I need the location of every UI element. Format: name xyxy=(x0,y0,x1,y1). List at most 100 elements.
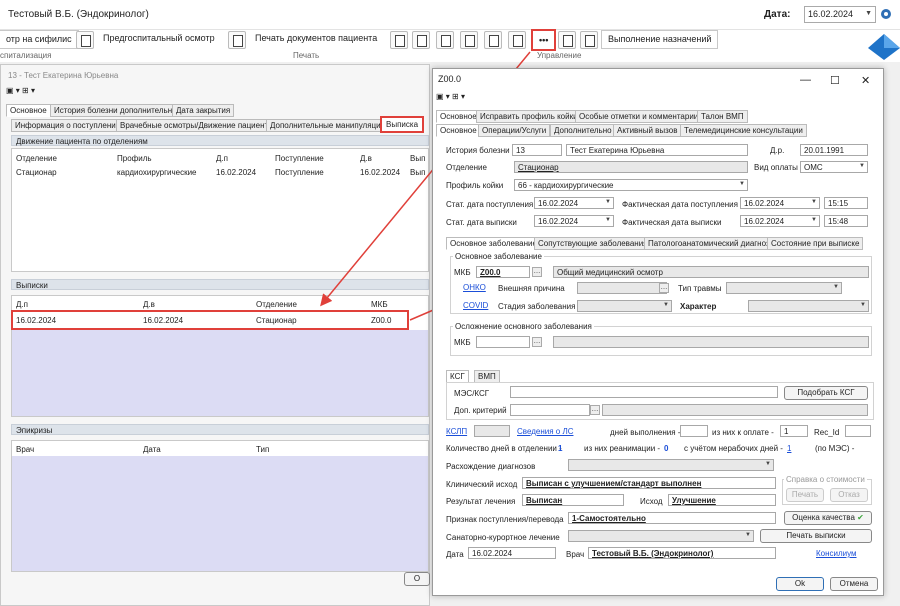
rec-id-field[interactable] xyxy=(845,425,871,437)
fact-discharge-time-field[interactable]: 15:48 xyxy=(824,215,868,227)
kslp-field[interactable] xyxy=(474,425,510,437)
fact-discharge-label: Фактическая дата выписки xyxy=(622,218,722,227)
patient-name-field[interactable]: Тест Екатерина Юрьевна xyxy=(566,144,748,156)
dlg-tab-notes[interactable]: Особые отметки и комментарии xyxy=(575,110,703,123)
treatment-result-label: Результат лечения xyxy=(446,497,516,506)
chevron-down-icon: ▼ xyxy=(859,163,865,169)
external-cause-lookup-button[interactable]: … xyxy=(659,283,669,293)
paid-days-label: из них к оплате - xyxy=(712,428,774,437)
chevron-down-icon: ▼ xyxy=(663,302,669,308)
chevron-down-icon: ▼ xyxy=(811,217,817,223)
cost-refuse-button[interactable]: Отказ xyxy=(830,488,868,502)
mes-days-label: (по МЭС) - xyxy=(815,444,855,453)
pay-type-label: Вид оплаты xyxy=(754,163,798,172)
consilium-link[interactable]: Консилиум xyxy=(816,549,857,558)
external-cause-field[interactable] xyxy=(577,282,667,294)
quality-assessment-label: Оценка качества xyxy=(792,513,855,522)
bed-profile-value: 66 - кардиохирургические xyxy=(518,181,614,190)
stage-select[interactable]: ▼ xyxy=(577,300,672,312)
dlg-tab-fix-bed[interactable]: Исправить профиль койки xyxy=(476,110,582,123)
kslp-link[interactable]: КСЛП xyxy=(446,427,467,436)
paid-days-field[interactable]: 1 xyxy=(780,425,808,437)
diagnosis-divergence-label: Расхождение диагнозов xyxy=(446,462,536,471)
mkb2-label: МКБ xyxy=(454,338,471,347)
criterion-name-field[interactable] xyxy=(602,404,868,416)
admission-date-field[interactable]: 16.02.2024 ▼ xyxy=(534,197,614,209)
dlg-subtab-extra[interactable]: Дополнительно xyxy=(550,124,616,137)
mes-ksg-field[interactable] xyxy=(510,386,778,398)
tab-concomitant[interactable]: Сопутствующие заболевания xyxy=(534,237,652,250)
dlg-subtab-telemed[interactable]: Телемедицинские консультации xyxy=(680,124,807,137)
drugs-info-link[interactable]: Сведения о ЛС xyxy=(517,427,573,436)
onko-link[interactable]: ОНКО xyxy=(463,283,486,292)
doctor-field[interactable]: Тестовый В.Б. (Эндокринолог) xyxy=(588,547,776,559)
diagnosis-divergence-select[interactable]: ▼ xyxy=(568,459,774,471)
print-discharge-button[interactable]: Печать выписки xyxy=(760,529,872,543)
dlg-tab-main[interactable]: Основное xyxy=(436,110,481,123)
dialog-toolbar-icons[interactable]: ▣ ▾ ⊞ ▾ xyxy=(436,92,465,101)
chevron-down-icon: ▼ xyxy=(765,461,771,467)
fact-discharge-date-field[interactable]: 16.02.2024 ▼ xyxy=(740,215,820,227)
fact-admission-time-field[interactable]: 15:15 xyxy=(824,197,868,209)
admission-sign-field[interactable]: 1-Самостоятельно xyxy=(568,512,776,524)
dob-field[interactable]: 20.01.1991 xyxy=(800,144,868,156)
mes-ksg-label: МЭС/КСГ xyxy=(454,389,490,398)
chevron-down-icon: ▼ xyxy=(745,532,751,538)
mkb-field[interactable]: Z00.0 xyxy=(476,266,530,278)
dept-field[interactable]: Стационар xyxy=(514,161,748,173)
discharge-date-value: 16.02.2024 xyxy=(538,217,579,226)
complication-mkb-field[interactable] xyxy=(476,336,530,348)
minimize-icon[interactable]: — xyxy=(800,74,811,86)
complication-mkb-lookup-button[interactable]: … xyxy=(532,337,542,347)
mkb-lookup-button[interactable]: … xyxy=(532,267,542,277)
dept-days-value: 1 xyxy=(558,444,563,453)
pick-ksg-button[interactable]: Подобрать КСГ xyxy=(784,386,868,400)
complication-name-field[interactable] xyxy=(553,336,869,348)
bed-profile-select[interactable]: 66 - кардиохирургические ▼ xyxy=(514,179,748,191)
dept-label: Отделение xyxy=(446,163,487,172)
discharge-date-field[interactable]: 16.02.2024 ▼ xyxy=(534,215,614,227)
character-select[interactable]: ▼ xyxy=(748,300,869,312)
dlg-subtab-ops[interactable]: Операции/Услуги xyxy=(478,124,551,137)
quality-assessment-button[interactable]: Оценка качества ✔ xyxy=(784,511,872,525)
maximize-icon[interactable]: ☐ xyxy=(830,74,840,87)
tab-main-disease[interactable]: Основное заболевание xyxy=(446,237,541,250)
check-icon: ✔ xyxy=(857,513,864,522)
pay-type-select[interactable]: ОМС ▼ xyxy=(800,161,868,173)
fact-admission-date-value: 16.02.2024 xyxy=(744,199,785,208)
nonwork-days-value[interactable]: 1 xyxy=(787,444,791,453)
trauma-type-select[interactable]: ▼ xyxy=(726,282,842,294)
close-icon[interactable]: ✕ xyxy=(861,74,870,87)
exec-days-label: дней выполнения - xyxy=(610,428,681,437)
tab-patho-diag[interactable]: Патологоанатомический диагноз xyxy=(644,237,774,250)
outcome-field[interactable]: Улучшение xyxy=(668,494,776,506)
sanatorium-select[interactable]: ▼ xyxy=(568,530,754,542)
dlg-subtab-main[interactable]: Основное xyxy=(436,124,481,137)
tab-discharge-state[interactable]: Состояние при выписке xyxy=(767,237,864,250)
cost-print-button[interactable]: Печать xyxy=(786,488,824,502)
criterion-lookup-button[interactable]: … xyxy=(590,405,600,415)
extra-criterion-field[interactable] xyxy=(510,404,590,416)
complication-frame-label: Осложнение основного заболевания xyxy=(453,322,594,331)
ok-button[interactable]: Ok xyxy=(776,577,824,591)
chevron-down-icon: ▼ xyxy=(605,199,611,205)
admission-date-label: Стат. дата поступления xyxy=(446,200,534,209)
cancel-button[interactable]: Отмена xyxy=(830,577,878,591)
chevron-down-icon: ▼ xyxy=(860,302,866,308)
covid-link[interactable]: COVID xyxy=(463,301,488,310)
mkb-name-field[interactable]: Общий медицинский осмотр xyxy=(553,266,869,278)
dlg-tab-vmp[interactable]: Талон ВМП xyxy=(697,110,748,123)
clinical-outcome-field[interactable]: Выписан с улучшением/стандарт выполнен xyxy=(522,477,776,489)
date-field-label: Дата xyxy=(446,550,464,559)
fact-admission-date-field[interactable]: 16.02.2024 ▼ xyxy=(740,197,820,209)
history-number-field[interactable]: 13 xyxy=(512,144,562,156)
treatment-result-field[interactable]: Выписан xyxy=(522,494,624,506)
pay-type-value: ОМС xyxy=(804,163,823,172)
exec-days-field[interactable] xyxy=(680,425,708,437)
chevron-down-icon: ▼ xyxy=(833,284,839,290)
clinical-outcome-label: Клинический исход xyxy=(446,480,518,489)
date-field[interactable]: 16.02.2024 xyxy=(468,547,556,559)
trauma-type-label: Тип травмы xyxy=(678,284,722,293)
dlg-subtab-active-call[interactable]: Активный вызов xyxy=(613,124,682,137)
chevron-down-icon: ▼ xyxy=(739,181,745,187)
